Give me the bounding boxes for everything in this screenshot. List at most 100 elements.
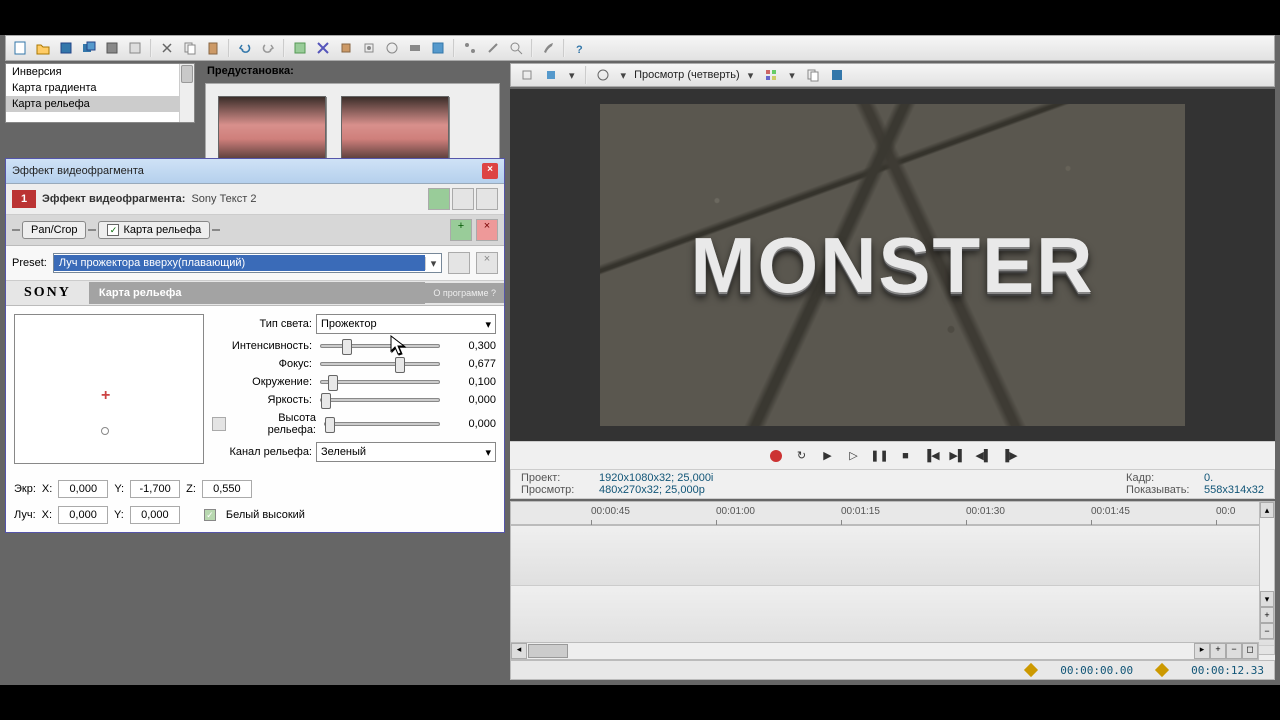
- tool-h-icon[interactable]: [460, 38, 480, 58]
- brush-icon[interactable]: [538, 38, 558, 58]
- channel-select[interactable]: Зеленый ▾: [316, 442, 496, 462]
- screen-y-input[interactable]: [130, 480, 180, 498]
- height-anim-button[interactable]: [212, 417, 226, 431]
- add-fx-button[interactable]: +: [450, 219, 472, 241]
- ambient-slider[interactable]: [320, 380, 440, 384]
- save-as-icon[interactable]: [79, 38, 99, 58]
- tool-a-icon[interactable]: [290, 38, 310, 58]
- zoom-in-v-button[interactable]: +: [1260, 607, 1274, 623]
- pv-tool-a-icon[interactable]: [517, 65, 537, 85]
- zoom-fit-button[interactable]: ◻: [1242, 643, 1258, 659]
- ambient-value[interactable]: 0,100: [448, 376, 496, 388]
- render-icon[interactable]: [102, 38, 122, 58]
- pv-copy-icon[interactable]: [803, 65, 823, 85]
- chain-bumpmap[interactable]: Карта рельефа: [98, 221, 210, 239]
- option-a-button[interactable]: [452, 188, 474, 210]
- remove-fx-button[interactable]: ×: [476, 219, 498, 241]
- tool-c-icon[interactable]: [336, 38, 356, 58]
- play-button[interactable]: ▷: [846, 448, 862, 464]
- fx-item[interactable]: Инверсия: [6, 64, 179, 80]
- light-position-marker[interactable]: +: [101, 387, 110, 405]
- pv-grid-icon[interactable]: [761, 65, 781, 85]
- chevron-down-icon[interactable]: ▾: [425, 257, 441, 270]
- screen-x-input[interactable]: [58, 480, 108, 498]
- pv-tool-c-icon[interactable]: [593, 65, 613, 85]
- focus-slider[interactable]: [320, 362, 440, 366]
- height-value[interactable]: 0,000: [448, 418, 496, 430]
- play-start-button[interactable]: ▶: [820, 448, 836, 464]
- cut-icon[interactable]: [157, 38, 177, 58]
- scrollbar[interactable]: [179, 64, 194, 122]
- stop-button[interactable]: ■: [898, 448, 914, 464]
- fx-item-selected[interactable]: Карта рельефа: [6, 96, 179, 112]
- checkbox-on-icon[interactable]: [107, 224, 119, 236]
- toggle-bypass-button[interactable]: [428, 188, 450, 210]
- redo-icon[interactable]: [258, 38, 278, 58]
- tracks[interactable]: [510, 525, 1275, 655]
- option-b-button[interactable]: [476, 188, 498, 210]
- paste-icon[interactable]: [203, 38, 223, 58]
- timeline-vscroll[interactable]: ▴ ▾ + −: [1259, 501, 1275, 640]
- help-icon[interactable]: ?: [570, 38, 590, 58]
- xy-pad[interactable]: +: [14, 314, 204, 464]
- white-high-checkbox[interactable]: [204, 509, 216, 521]
- track-row[interactable]: [511, 526, 1274, 586]
- record-button[interactable]: [768, 448, 784, 464]
- chevron-down-icon[interactable]: ▾: [565, 69, 579, 82]
- next-frame-button[interactable]: ▐▶: [1002, 448, 1018, 464]
- tool-i-icon[interactable]: [483, 38, 503, 58]
- delete-preset-button[interactable]: ×: [476, 252, 498, 274]
- scroll-down-button[interactable]: ▾: [1260, 591, 1274, 607]
- tool-g-icon[interactable]: [428, 38, 448, 58]
- loop-button[interactable]: ↻: [794, 448, 810, 464]
- close-icon[interactable]: ×: [482, 163, 498, 179]
- height-slider[interactable]: [324, 422, 440, 426]
- tool-b-icon[interactable]: [313, 38, 333, 58]
- copy-icon[interactable]: [180, 38, 200, 58]
- light-type-select[interactable]: Прожектор ▾: [316, 314, 496, 334]
- brightness-value[interactable]: 0,000: [448, 394, 496, 406]
- ray-y-input[interactable]: [130, 506, 180, 524]
- chevron-down-icon[interactable]: ▾: [617, 69, 631, 82]
- focus-value[interactable]: 0,677: [448, 358, 496, 370]
- about-link[interactable]: О программе ?: [425, 283, 504, 303]
- go-start-button[interactable]: ▐◀: [924, 448, 940, 464]
- brightness-slider[interactable]: [320, 398, 440, 402]
- fx-item[interactable]: Карта градиента: [6, 80, 179, 96]
- time-ruler[interactable]: 00:00:45 00:01:00 00:01:15 00:01:30 00:0…: [510, 501, 1275, 525]
- undo-icon[interactable]: [235, 38, 255, 58]
- preview-quality-label[interactable]: Просмотр (четверть): [634, 69, 740, 81]
- save-preset-button[interactable]: [448, 252, 470, 274]
- pause-button[interactable]: ❚❚: [872, 448, 888, 464]
- light-source-marker[interactable]: [101, 427, 109, 435]
- zoom-icon[interactable]: [506, 38, 526, 58]
- zoom-out-v-button[interactable]: −: [1260, 623, 1274, 639]
- pv-save-icon[interactable]: [827, 65, 847, 85]
- timeline[interactable]: 00:00:45 00:01:00 00:01:15 00:01:30 00:0…: [510, 501, 1275, 660]
- scroll-right-button[interactable]: ▸: [1194, 643, 1210, 659]
- open-folder-icon[interactable]: [33, 38, 53, 58]
- chevron-down-icon[interactable]: ▾: [785, 69, 799, 82]
- intensity-slider[interactable]: [320, 344, 440, 348]
- scroll-left-button[interactable]: ◂: [511, 643, 527, 659]
- zoom-in-h-button[interactable]: +: [1210, 643, 1226, 659]
- ray-x-input[interactable]: [58, 506, 108, 524]
- screen-z-input[interactable]: [202, 480, 252, 498]
- timeline-hscroll[interactable]: ◂ ▸ + − ◻: [510, 642, 1259, 660]
- tool-f-icon[interactable]: [405, 38, 425, 58]
- tool-d-icon[interactable]: [359, 38, 379, 58]
- new-file-icon[interactable]: [10, 38, 30, 58]
- tool-e-icon[interactable]: [382, 38, 402, 58]
- scroll-up-button[interactable]: ▴: [1260, 502, 1274, 518]
- go-end-button[interactable]: ▶▌: [950, 448, 966, 464]
- pv-tool-b-icon[interactable]: [541, 65, 561, 85]
- prev-frame-button[interactable]: ◀▌: [976, 448, 992, 464]
- properties-icon[interactable]: [125, 38, 145, 58]
- effects-list[interactable]: Инверсия Карта градиента Карта рельефа: [5, 63, 195, 123]
- zoom-out-h-button[interactable]: −: [1226, 643, 1242, 659]
- chain-pan-crop[interactable]: Pan/Crop: [22, 221, 86, 239]
- preset-combo[interactable]: Луч прожектора вверху(плавающий) ▾: [53, 253, 442, 273]
- intensity-value[interactable]: 0,300: [448, 340, 496, 352]
- track-row[interactable]: [511, 586, 1274, 646]
- scroll-thumb[interactable]: [528, 644, 568, 658]
